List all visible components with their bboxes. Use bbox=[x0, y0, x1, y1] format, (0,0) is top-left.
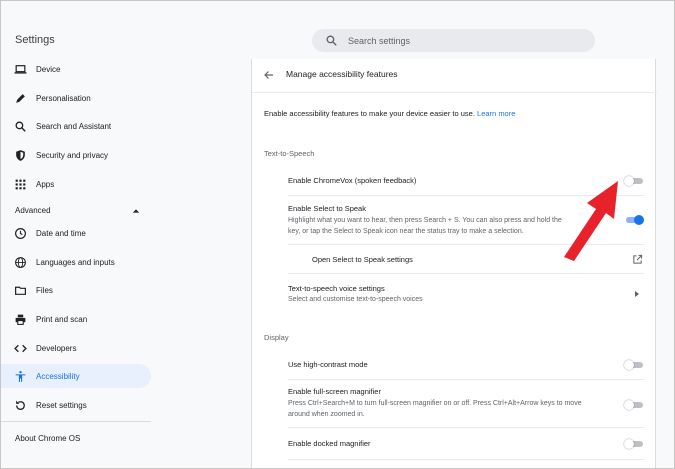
header: Settings bbox=[1, 1, 674, 59]
sidebar-item-label: Date and time bbox=[36, 228, 86, 238]
sidebar-item-label: Reset settings bbox=[36, 400, 87, 410]
open-select-to-speak-settings[interactable]: Open Select to Speak settings bbox=[312, 255, 413, 264]
sidebar-item-label: Security and privacy bbox=[36, 150, 109, 160]
sidebar-item-print-scan[interactable]: Print and scan bbox=[1, 307, 151, 331]
fullscreen-magnifier-toggle[interactable] bbox=[624, 400, 643, 410]
sidebar-item-files[interactable]: Files bbox=[1, 278, 151, 302]
voice-settings-desc: Select and customise text-to-speech voic… bbox=[288, 296, 423, 303]
desc-line: around when zoomed in. bbox=[288, 411, 365, 418]
high-contrast-toggle[interactable] bbox=[624, 360, 643, 370]
code-icon bbox=[14, 344, 27, 352]
sidebar-item-label: Accessibility bbox=[36, 371, 80, 381]
select-to-speak-toggle[interactable] bbox=[624, 215, 644, 225]
sidebar-item-label: Device bbox=[36, 64, 61, 74]
sidebar-item-label: Files bbox=[36, 285, 53, 295]
sidebar-divider bbox=[1, 421, 151, 422]
laptop-icon bbox=[14, 64, 27, 74]
pen-icon bbox=[16, 93, 25, 103]
sidebar-item-label: Print and scan bbox=[36, 314, 88, 324]
voice-settings-label[interactable]: Text-to-speech voice settings bbox=[288, 284, 385, 293]
search-input[interactable] bbox=[348, 33, 578, 48]
sidebar-item-label: Languages and inputs bbox=[36, 257, 115, 267]
sidebar-item-accessibility[interactable]: Accessibility bbox=[1, 364, 151, 388]
collapse-arrow-icon[interactable] bbox=[132, 208, 140, 214]
toggle-knob bbox=[624, 400, 634, 410]
intro-text: Enable accessibility features to make yo… bbox=[264, 109, 516, 118]
row-divider bbox=[288, 459, 644, 460]
search-icon bbox=[326, 35, 337, 46]
sidebar-item-device[interactable]: Device bbox=[1, 57, 151, 81]
docked-magnifier-toggle[interactable] bbox=[624, 439, 643, 449]
row-divider bbox=[288, 379, 644, 380]
section-title-display: Display bbox=[264, 333, 289, 342]
select-to-speak-label: Enable Select to Speak bbox=[288, 204, 366, 213]
chromevox-label: Enable ChromeVox (spoken feedback) bbox=[288, 176, 417, 185]
reset-icon bbox=[16, 400, 25, 410]
sidebar-item-label: Personalisation bbox=[36, 93, 91, 103]
sidebar-item-developers[interactable]: Developers bbox=[1, 336, 151, 360]
high-contrast-label: Use high-contrast mode bbox=[288, 360, 368, 369]
chevron-right-icon[interactable] bbox=[634, 290, 640, 298]
shield-icon bbox=[16, 149, 25, 161]
app-title: Settings bbox=[15, 34, 55, 46]
sidebar-item-date-time[interactable]: Date and time bbox=[1, 221, 151, 245]
toggle-knob bbox=[624, 439, 634, 449]
printer-icon bbox=[15, 314, 26, 325]
open-external-icon[interactable] bbox=[632, 254, 643, 265]
advanced-section-header[interactable]: Advanced bbox=[15, 206, 51, 215]
toggle-knob bbox=[624, 360, 634, 370]
main-panel: Manage accessibility features Enable acc… bbox=[251, 59, 657, 468]
apps-grid-icon bbox=[15, 179, 26, 189]
sidebar-item-label: Apps bbox=[36, 179, 55, 189]
fullscreen-magnifier-label: Enable full-screen magnifier bbox=[288, 387, 381, 396]
page-title: Manage accessibility features bbox=[286, 69, 398, 79]
sidebar: Device Personalisation Search and Assist… bbox=[1, 57, 151, 468]
section-title-tts: Text-to-Speech bbox=[264, 149, 315, 158]
annotation-arrow-icon bbox=[564, 181, 618, 261]
docked-magnifier-label: Enable docked magnifier bbox=[288, 439, 371, 448]
clock-icon bbox=[15, 227, 26, 239]
sidebar-item-search-assistant[interactable]: Search and Assistant bbox=[1, 114, 151, 138]
folder-icon bbox=[15, 286, 26, 295]
chromevox-toggle[interactable] bbox=[624, 176, 643, 186]
search-icon bbox=[15, 121, 26, 132]
sidebar-item-apps[interactable]: Apps bbox=[1, 172, 151, 196]
row-divider bbox=[288, 273, 644, 274]
desc-line: Press Ctrl+Search+M to turn full-screen … bbox=[288, 400, 582, 407]
sidebar-item-security[interactable]: Security and privacy bbox=[1, 143, 151, 167]
row-divider bbox=[288, 427, 644, 428]
toggle-knob bbox=[634, 215, 644, 225]
globe-icon bbox=[15, 256, 26, 268]
accessibility-icon bbox=[15, 370, 26, 382]
fullscreen-magnifier-desc: Press Ctrl+Search+M to turn full-screen … bbox=[288, 398, 618, 420]
sidebar-item-about[interactable]: About Chrome OS bbox=[15, 434, 80, 443]
sidebar-item-reset[interactable]: Reset settings bbox=[1, 393, 151, 417]
back-arrow-icon[interactable] bbox=[263, 69, 275, 81]
sidebar-item-languages[interactable]: Languages and inputs bbox=[1, 250, 151, 274]
settings-window: Settings Device Personalisation bbox=[0, 0, 675, 469]
learn-more-link[interactable]: Learn more bbox=[477, 109, 515, 118]
divider bbox=[252, 92, 657, 93]
search-box[interactable] bbox=[312, 29, 595, 52]
sidebar-item-personalisation[interactable]: Personalisation bbox=[1, 86, 151, 110]
sidebar-item-label: Search and Assistant bbox=[36, 121, 112, 131]
sidebar-item-label: Developers bbox=[36, 343, 77, 353]
